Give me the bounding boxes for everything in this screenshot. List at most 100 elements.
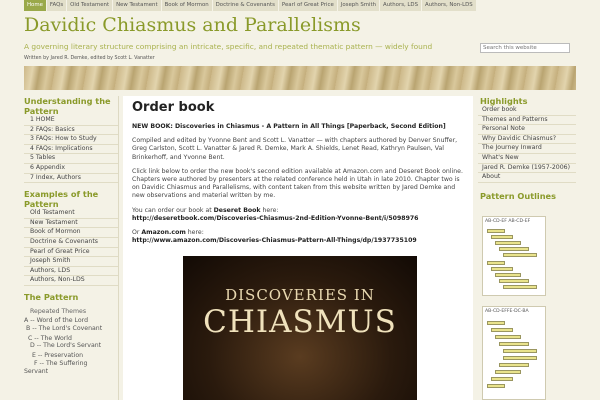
outline-bar [491,328,513,332]
book-cover-title-line1: DISCOVERIES IN [225,286,375,304]
sidebar-item-joseph-smith[interactable]: Joseph Smith [24,257,118,267]
outline-bar [503,349,537,353]
repeated-themes-label: Repeated Themes [30,307,87,315]
outline-bar [491,235,513,239]
outline-bar [495,335,521,339]
site-tagline: A governing literary structure comprisin… [24,42,433,51]
examples-list: Old Testament New Testament Book of Morm… [24,209,118,286]
new-book-notice: NEW BOOK: Discoveries in Chiasmus - A Pa… [132,123,446,130]
pattern-outline-1-label: AB-CD-EF AB-CD-EF [485,219,531,224]
top-navigation: Home FAQs Old Testament New Testament Bo… [24,0,477,11]
highlights-heading: Highlights [480,96,528,106]
outline-bar [487,384,505,388]
outline-bar [491,377,513,381]
outline-bar [487,229,505,233]
sidebar-item-faqs-how-to-study[interactable]: 3 FAQs: How to Study [24,135,118,145]
outline-bar [487,261,505,265]
nav-home[interactable]: Home [24,0,47,11]
theme-f-continued[interactable]: Servant [24,368,118,376]
amazon-suffix: here: [185,229,204,237]
book-cover-image[interactable]: DISCOVERIES IN CHIASMUS [183,256,417,400]
highlight-personal-note[interactable]: Personal Note [478,125,576,135]
nav-book-of-mormon[interactable]: Book of Mormon [161,0,213,11]
highlight-journey-inward[interactable]: The Journey Inward [478,144,576,154]
theme-c[interactable]: C -- The World [24,335,118,343]
highlight-order-book[interactable]: Order book [478,106,576,116]
highlight-whats-new[interactable]: What's New [478,154,576,164]
sidebar-item-pearl-of-great-price[interactable]: Pearl of Great Price [24,248,118,258]
theme-b[interactable]: B -- The Lord's Covenant [24,325,118,333]
deseret-order-line: You can order our book at Deseret Book h… [132,207,464,223]
sidebar-item-tables[interactable]: 5 Tables [24,154,118,164]
highlight-why-davidic-chiasmus[interactable]: Why Davidic Chiasmus? [478,135,576,145]
main-content: Order book NEW BOOK: Discoveries in Chia… [123,96,473,400]
amazon-label: Amazon.com [141,229,186,237]
nav-authors-lds[interactable]: Authors, LDS [380,0,423,11]
examples-heading: Examples of the Pattern [24,189,99,210]
header-banner [24,66,576,90]
deseret-prefix: You can order our book at [132,206,214,214]
pattern-heading: The Pattern [24,291,79,302]
sidebar-item-old-testament[interactable]: Old Testament [24,209,118,219]
search-input[interactable] [480,43,570,53]
understanding-heading: Understanding the Pattern [24,96,111,116]
understanding-list: 1 HOME 2 FAQs: Basics 3 FAQs: How to Stu… [24,116,118,184]
nav-old-testament[interactable]: Old Testament [67,0,114,11]
deseret-book-label: Deseret Book [213,206,261,214]
highlight-jared-demke[interactable]: Jared R. Demke (1957-2006) [478,164,576,174]
outline-bar [495,273,521,277]
left-sidebar: Understanding the Pattern 1 HOME 2 FAQs:… [24,96,119,400]
pattern-outlines-heading: Pattern Outlines [480,190,556,201]
right-sidebar: Highlights Order book Themes and Pattern… [478,96,576,400]
outline-bar [503,285,537,289]
pattern-outline-2-label: AB-CD-EFFE-DC-BA [485,309,529,314]
nav-authors-non-lds[interactable]: Authors, Non-LDS [422,0,477,11]
nav-faqs[interactable]: FAQs [46,0,68,11]
deseret-suffix: here: [260,206,279,214]
sidebar-item-doctrine-covenants[interactable]: Doctrine & Covenants [24,238,118,248]
outline-bar [495,241,521,245]
outline-bar [499,363,529,367]
sidebar-item-book-of-mormon[interactable]: Book of Mormon [24,228,118,238]
sidebar-item-index-authors[interactable]: 7 Index, Authors [24,174,118,184]
nav-doctrine-covenants[interactable]: Doctrine & Covenants [212,0,279,11]
sidebar-item-authors-lds[interactable]: Authors, LDS [24,267,118,277]
site-byline: Written by Jared R. Demke, edited by Sco… [24,56,155,61]
sidebar-item-faqs-implications[interactable]: 4 FAQs: Implications [24,145,118,155]
sidebar-item-new-testament[interactable]: New Testament [24,219,118,229]
deseret-book-link[interactable]: http://deseretbook.com/Discoveries-Chias… [132,215,418,222]
sidebar-item-faqs-basics[interactable]: 2 FAQs: Basics [24,126,118,136]
highlights-list: Order book Themes and Patterns Personal … [478,106,576,183]
outline-bar [491,267,513,271]
highlight-about[interactable]: About [478,173,576,183]
page-title: Order book [132,100,215,115]
sidebar-item-appendix[interactable]: 6 Appendix [24,164,118,174]
highlight-themes-patterns[interactable]: Themes and Patterns [478,116,576,126]
outline-bar [487,321,505,325]
sidebar-item-home[interactable]: 1 HOME [24,116,118,126]
outline-bar [503,356,537,360]
theme-f[interactable]: F -- The Suffering [24,360,118,368]
amazon-link[interactable]: http://www.amazon.com/Discoveries-Chiasm… [132,237,417,244]
theme-a[interactable]: A -- Word of the Lord [24,317,118,325]
outline-bar [499,342,529,346]
outline-bar [503,253,537,257]
themes-list: A -- Word of the Lord B -- The Lord's Co… [24,317,118,376]
pattern-outline-1[interactable]: AB-CD-EF AB-CD-EF [482,216,546,296]
order-info-paragraph: Click link below to order the new book's… [132,167,463,200]
theme-d[interactable]: D -- The Lord's Servant [24,342,118,350]
compiled-by-paragraph: Compiled and edited by Yvonne Bent and S… [132,137,458,161]
book-cover-title-line2: CHIASMUS [203,304,397,340]
sidebar-item-authors-non-lds[interactable]: Authors, Non-LDS [24,276,118,286]
site-title[interactable]: Davidic Chiasmus and Parallelisms [24,14,361,36]
nav-new-testament[interactable]: New Testament [113,0,162,11]
pattern-outline-2[interactable]: AB-CD-EFFE-DC-BA [482,306,546,400]
outline-bar [499,247,529,251]
outline-bar [495,370,521,374]
amazon-prefix: Or [132,229,142,237]
outline-bar [499,279,529,283]
amazon-order-line: Or Amazon.com here: http://www.amazon.com… [132,229,464,245]
nav-pearl-of-great-price[interactable]: Pearl of Great Price [278,0,338,11]
nav-joseph-smith[interactable]: Joseph Smith [337,0,381,11]
theme-e[interactable]: E -- Preservation [24,352,118,360]
